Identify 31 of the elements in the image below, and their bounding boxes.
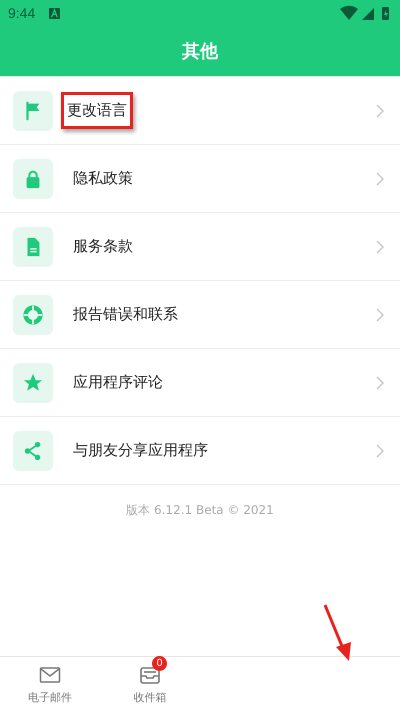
chevron-icon bbox=[376, 240, 384, 254]
chevron-icon bbox=[376, 376, 384, 390]
chevron-icon bbox=[376, 444, 384, 458]
menu-item[interactable]: 隐私政策 bbox=[0, 145, 400, 213]
annotation-arrow bbox=[322, 603, 352, 663]
star-icon bbox=[22, 372, 44, 394]
menu-label: 隐私政策 bbox=[72, 168, 134, 189]
menu-item[interactable]: 更改语言 bbox=[0, 77, 400, 145]
lifebuoy-icon bbox=[22, 304, 44, 326]
menu-label: 服务条款 bbox=[72, 236, 134, 257]
menu-label: 报告错误和联系 bbox=[72, 304, 179, 325]
menu-item[interactable]: 报告错误和联系 bbox=[0, 281, 400, 349]
chevron-icon bbox=[376, 308, 384, 322]
count-badge: 0 bbox=[152, 656, 167, 671]
screen-title: 其他 bbox=[182, 40, 218, 63]
notification-icon bbox=[49, 8, 60, 18]
menu-item[interactable]: 服务条款 bbox=[0, 213, 400, 281]
nav-label: 收件箱 bbox=[134, 690, 166, 705]
chevron-icon bbox=[376, 104, 384, 118]
nav-tab[interactable]: 电子邮件 bbox=[0, 657, 100, 711]
menu-label: 更改语言 bbox=[61, 92, 133, 129]
clock-time: 9:44 bbox=[8, 5, 36, 21]
nav-label: 电子邮件 bbox=[28, 690, 72, 705]
menu-item[interactable]: 应用程序评论 bbox=[0, 349, 400, 417]
version-text: 版本 6.12.1 Beta © 2021 bbox=[125, 502, 275, 519]
chevron-icon bbox=[376, 172, 384, 186]
menu-label: 与朋友分享应用程序 bbox=[72, 440, 209, 461]
menu-label: 应用程序评论 bbox=[72, 372, 164, 393]
menu-item[interactable]: 与朋友分享应用程序 bbox=[0, 417, 400, 485]
status-icons bbox=[340, 5, 392, 21]
nav-tab[interactable]: 0 收件箱 bbox=[100, 657, 200, 711]
